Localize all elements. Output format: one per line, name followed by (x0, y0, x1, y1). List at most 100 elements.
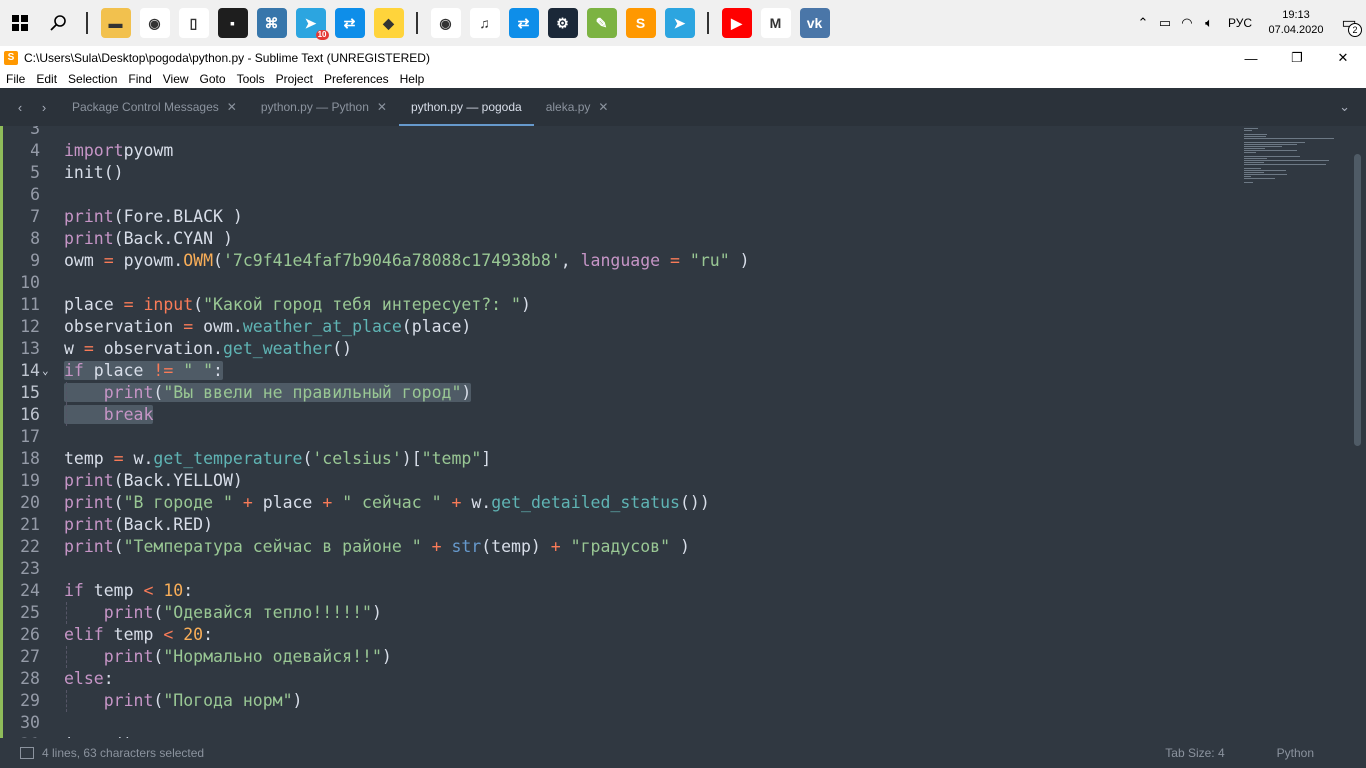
language-indicator[interactable]: РУС (1220, 16, 1260, 30)
code-token: , (560, 251, 581, 270)
minimap[interactable] (1244, 126, 1344, 196)
menu-preferences[interactable]: Preferences (318, 72, 394, 86)
action-center-button[interactable]: ▭ 2 (1332, 0, 1366, 46)
tab-prev-icon[interactable]: ‹ (8, 100, 32, 115)
blank-document-button[interactable]: ▯ (174, 0, 213, 46)
code-token: 20 (183, 625, 204, 644)
chrome-pinned-button[interactable]: ◉ (426, 0, 465, 46)
code-text: print("Погода норм") (64, 690, 303, 712)
sublime-text-button[interactable]: S (621, 0, 660, 46)
code-line: 22 print("Температура сейчас в районе " +… (0, 536, 1240, 558)
telegram-pinned-icon: ➤ (664, 8, 695, 38)
code-line: 16 break (0, 404, 1240, 426)
code-token: str (451, 537, 482, 556)
code-token: elif (64, 625, 104, 644)
code-token: "Одевайся тепло!!!!!" (163, 603, 372, 622)
minimap-line (1244, 156, 1300, 157)
menu-tools[interactable]: Tools (231, 72, 270, 86)
telegram-button[interactable]: ➤ 10 (291, 0, 330, 46)
paint-button[interactable]: ✎ (582, 0, 621, 46)
close-button[interactable]: ✕ (1320, 46, 1366, 70)
menu-help[interactable]: Help (394, 72, 430, 86)
code-text: if place != " ": (64, 360, 223, 382)
tab-dropdown-icon[interactable]: ⌄ (1339, 99, 1350, 115)
code-text: print("Нормально одевайся!!") (64, 646, 392, 668)
menu-project[interactable]: Project (270, 72, 318, 86)
code-token: ) (371, 603, 382, 622)
file-explorer-button[interactable]: ▬ (96, 0, 135, 46)
code-token: temp (103, 625, 164, 644)
blank-document-icon: ▯ (178, 8, 209, 38)
taskbar-separator (86, 12, 88, 34)
teamviewer-button[interactable]: ⇄ (330, 0, 369, 46)
panel-toggle-icon[interactable] (20, 747, 34, 759)
tab-close-icon[interactable]: ✕ (227, 100, 237, 114)
fold-arrow-icon[interactable]: ⌄ (42, 360, 49, 382)
gmail-button[interactable]: M (756, 0, 795, 46)
menu-file[interactable]: File (0, 72, 30, 86)
code-token: "Какой город тебя интересует?: " (203, 295, 521, 314)
windows-start-button[interactable] (0, 0, 39, 46)
tab-1[interactable]: python.py — Python ✕ (249, 88, 399, 126)
code-token: ) (670, 537, 690, 556)
vertical-scrollbar[interactable] (1354, 154, 1361, 446)
minimap-line (1244, 172, 1264, 173)
code-editor[interactable]: 3 4 importpyowm 5 init() 6 7 print(Fore.BLACK )… (0, 126, 1366, 738)
python-button[interactable]: ⌘ (252, 0, 291, 46)
code-token: temp (83, 581, 144, 600)
tab-next-icon[interactable]: › (32, 100, 56, 115)
code-token: print (103, 603, 154, 622)
telegram-pinned-button[interactable]: ➤ (660, 0, 699, 46)
youtube-button[interactable]: ▶ (717, 0, 756, 46)
line-number: 27 (20, 647, 40, 666)
minimize-button[interactable]: — (1228, 46, 1274, 70)
tab-3[interactable]: aleka.py ✕ (534, 88, 621, 126)
line-number: 7 (30, 207, 40, 226)
wifi-icon[interactable]: ◠ (1176, 15, 1198, 31)
window-controls: — ❐ ✕ (1228, 46, 1366, 70)
maximize-button[interactable]: ❐ (1274, 46, 1320, 70)
tab-close-icon[interactable]: ✕ (377, 100, 387, 114)
code-token: "ru" (689, 251, 730, 270)
code-token: ) (461, 383, 472, 402)
python-idle-button[interactable]: ◆ (369, 0, 408, 46)
notification-count: 2 (1348, 23, 1362, 37)
menu-view[interactable]: View (157, 72, 194, 86)
youtube-icon: ▶ (721, 8, 752, 38)
syntax-indicator[interactable]: Python (1277, 746, 1314, 760)
clock[interactable]: 19:13 07.04.2020 (1260, 8, 1332, 38)
itunes-button[interactable]: ♫ (465, 0, 504, 46)
menu-find[interactable]: Find (122, 72, 156, 86)
volume-icon[interactable]: 🔈︎ (1198, 15, 1220, 31)
steam-button[interactable]: ⚙ (543, 0, 582, 46)
battery-icon[interactable]: ▭ (1154, 15, 1176, 31)
menu-edit[interactable]: Edit (30, 72, 62, 86)
menu-selection[interactable]: Selection (62, 72, 122, 86)
tab-close-icon[interactable]: ✕ (598, 100, 608, 114)
line-number: 8 (30, 229, 40, 248)
code-token: init() (64, 163, 124, 182)
code-token: ( (193, 295, 204, 314)
chevron-up-icon[interactable]: ⌃ (1132, 15, 1154, 31)
tab-2[interactable]: python.py — pogoda (398, 88, 534, 126)
code-line: 12 observation = owm.weather_at_place(pla… (0, 316, 1240, 338)
chrome-button[interactable]: ◉ (135, 0, 174, 46)
teamviewer-pinned-button[interactable]: ⇄ (504, 0, 543, 46)
vk-button[interactable]: vk (795, 0, 834, 46)
minimap-line (1244, 170, 1286, 171)
search-button[interactable] (39, 0, 78, 46)
code-line: 28 else: (0, 668, 1240, 690)
code-token: (Back.RED) (113, 515, 214, 534)
terminal-button[interactable]: ▪ (213, 0, 252, 46)
line-number: 16 (20, 405, 40, 424)
tab-size-indicator[interactable]: Tab Size: 4 (1165, 746, 1224, 760)
line-number: 6 (30, 185, 40, 204)
menu-goto[interactable]: Goto (194, 72, 231, 86)
minimap-line (1244, 178, 1276, 179)
tab-0[interactable]: Package Control Messages ✕ (68, 88, 249, 126)
